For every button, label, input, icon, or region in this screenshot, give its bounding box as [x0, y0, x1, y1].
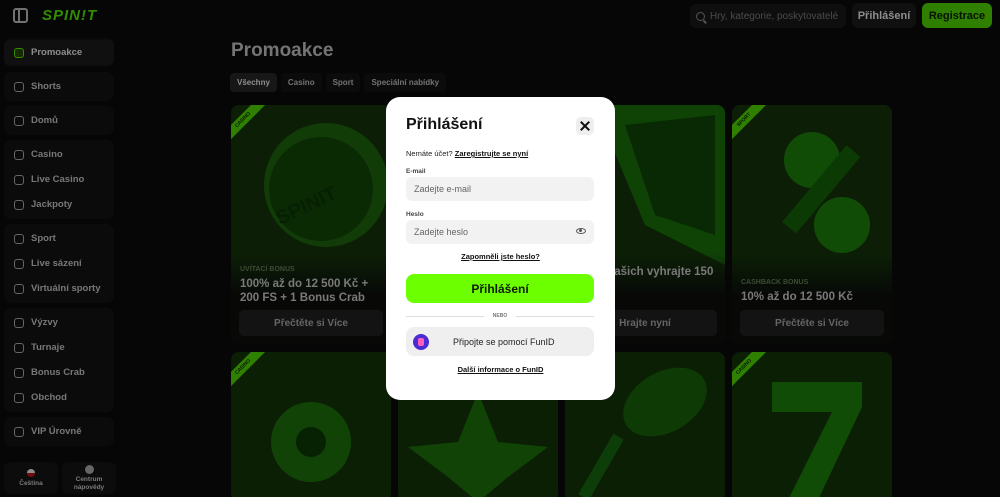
login-submit-button[interactable]: Přihlášení	[406, 274, 594, 303]
register-link[interactable]: Zaregistrujte se nyní	[455, 149, 528, 158]
or-divider: NEBO	[406, 311, 594, 321]
email-label: E-mail	[406, 168, 426, 175]
or-text: NEBO	[492, 313, 508, 319]
show-password-icon[interactable]	[576, 228, 586, 234]
funid-label: Připojte se pomocí FunID	[453, 336, 555, 347]
email-field[interactable]	[406, 177, 594, 201]
funid-info-link[interactable]: Další informace o FunID	[386, 365, 615, 374]
modal-title: Přihlášení	[406, 116, 483, 133]
funid-button[interactable]: Připojte se pomocí FunID	[406, 327, 594, 356]
funid-icon	[413, 333, 429, 350]
forgot-password-link[interactable]: Zapomněli jste heslo?	[386, 252, 615, 261]
login-modal: Přihlášení Nemáte účet? Zaregistrujte se…	[386, 97, 615, 400]
no-account-text: Nemáte účet?	[406, 149, 453, 158]
password-field[interactable]	[406, 220, 594, 244]
no-account-row: Nemáte účet? Zaregistrujte se nyní	[406, 149, 528, 158]
close-icon[interactable]	[576, 117, 594, 135]
password-label: Heslo	[406, 211, 424, 218]
